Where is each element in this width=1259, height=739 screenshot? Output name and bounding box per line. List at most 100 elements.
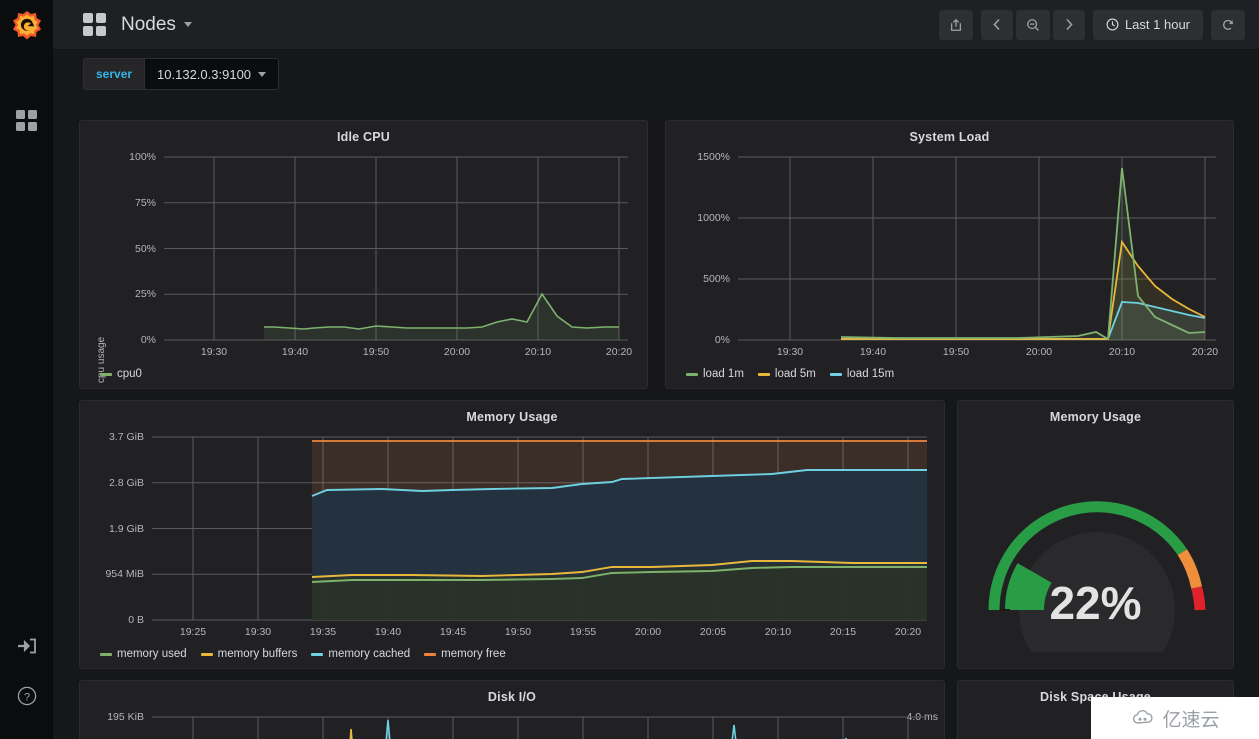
panel-idle-cpu: Idle CPU cpu usage 100% 75% 50% 25% 0% 1…: [79, 120, 648, 389]
memory-gauge-value: 22%: [1049, 577, 1142, 629]
sign-in-icon: [17, 638, 36, 654]
panel-memory-usage-gauge: Memory Usage 22%: [957, 400, 1234, 669]
memory-xtick: 19:45: [439, 626, 467, 638]
panel-title-memory-gauge: Memory Usage: [1049, 410, 1142, 424]
panel-title-idle-cpu: Idle CPU: [337, 130, 390, 144]
top-navbar: Nodes Last 1 hour: [53, 0, 1259, 50]
time-range-picker[interactable]: Last 1 hour: [1092, 9, 1203, 40]
legend-swatch: [424, 652, 437, 656]
legend-label: load 5m: [774, 368, 816, 380]
legend-item[interactable]: load 5m: [757, 368, 816, 380]
memory-xtick: 20:00: [634, 626, 662, 638]
memory-ytick: 3.7 GiB: [108, 431, 144, 443]
chevron-down-icon: [183, 21, 192, 27]
legend-label: memory cached: [328, 648, 411, 660]
time-back-button[interactable]: [980, 9, 1013, 40]
legend-item[interactable]: memory cached: [311, 648, 410, 660]
watermark: 亿速云: [1091, 697, 1259, 739]
page-title[interactable]: Nodes: [121, 14, 192, 36]
disk-io-ytick-left: 195 KiB: [107, 711, 144, 723]
variables-row: server 10.132.0.3:9100: [53, 50, 1259, 100]
system-load-xtick: 19:40: [859, 346, 887, 358]
memory-xtick: 19:25: [179, 626, 207, 638]
legend-swatch: [686, 372, 698, 376]
panel-title-system-load: System Load: [909, 130, 990, 144]
legend-label: memory free: [441, 648, 506, 660]
time-forward-button[interactable]: [1052, 9, 1085, 40]
memory-xtick: 20:15: [829, 626, 857, 638]
help-question-icon: ?: [17, 686, 36, 706]
legend-label: memory buffers: [217, 648, 298, 660]
system-load-legend: load 1m load 5m load 15m: [686, 368, 894, 380]
sidebar-item-help[interactable]: ?: [0, 671, 53, 721]
svg-text:?: ?: [23, 691, 29, 703]
variable-server: server 10.132.0.3:9100: [83, 58, 280, 90]
memory-xtick: 20:20: [894, 626, 922, 638]
disk-io-plot[interactable]: [152, 716, 927, 739]
idle-cpu-ytick: 75%: [134, 197, 156, 209]
idle-cpu-ytick: 50%: [134, 243, 156, 255]
system-load-xtick: 20:10: [1108, 346, 1136, 358]
panel-title-disk-io: Disk I/O: [487, 690, 537, 704]
legend-item[interactable]: load 15m: [829, 368, 894, 380]
legend-swatch: [200, 652, 213, 656]
refresh-button[interactable]: [1211, 9, 1245, 40]
legend-item[interactable]: load 1m: [686, 368, 744, 380]
memory-xtick: 19:40: [374, 626, 402, 638]
variable-server-value: 10.132.0.3:9100: [157, 66, 252, 82]
idle-cpu-xtick: 19:30: [200, 346, 228, 358]
system-load-ytick: 1500%: [697, 151, 730, 163]
share-icon: [950, 18, 961, 31]
legend-item[interactable]: memory buffers: [200, 648, 298, 660]
legend-item[interactable]: memory used: [100, 648, 187, 660]
idle-cpu-ytick: 25%: [134, 288, 156, 300]
legend-swatch: [829, 372, 842, 376]
refresh-icon: [1223, 19, 1234, 30]
dashboard-grid-icon: [83, 13, 106, 36]
legend-item[interactable]: cpu0: [100, 368, 142, 380]
memory-xtick: 19:50: [504, 626, 532, 638]
grafana-logo-icon[interactable]: [8, 7, 46, 45]
system-load-xtick: 19:30: [776, 346, 804, 358]
zoom-out-button[interactable]: [1015, 9, 1050, 40]
variable-server-dropdown[interactable]: 10.132.0.3:9100: [144, 58, 280, 90]
panel-system-load: System Load 1500% 1000% 500% 0% 19:30 19…: [665, 120, 1234, 389]
idle-cpu-xtick: 19:40: [281, 346, 309, 358]
chevron-right-icon: [1066, 18, 1073, 31]
idle-cpu-legend: cpu0: [100, 368, 142, 380]
legend-label: memory used: [117, 648, 187, 660]
memory-ytick: 0 B: [128, 614, 144, 626]
sidebar-item-dashboards[interactable]: [0, 95, 53, 145]
navbar-actions: Last 1 hour: [938, 9, 1245, 40]
system-load-ytick: 500%: [703, 273, 730, 285]
memory-xtick: 20:10: [764, 626, 792, 638]
memory-usage-plot[interactable]: [152, 434, 927, 622]
page-title-text: Nodes: [121, 13, 176, 35]
idle-cpu-plot[interactable]: [164, 154, 628, 342]
time-range-label: Last 1 hour: [1124, 17, 1190, 32]
system-load-xtick: 20:20: [1191, 346, 1219, 358]
idle-cpu-xtick: 20:20: [605, 346, 633, 358]
dashboards-grid-icon: [16, 109, 37, 131]
idle-cpu-xtick: 19:50: [362, 346, 390, 358]
panel-title-memory-usage: Memory Usage: [466, 410, 558, 424]
sidebar: ?: [0, 0, 53, 739]
zoom-out-magnifier-icon: [1027, 18, 1039, 31]
idle-cpu-ytick: 0%: [140, 334, 156, 346]
panel-disk-io: Disk I/O 195 KiB 4.0 ms: [79, 680, 945, 739]
legend-label: load 1m: [703, 368, 744, 380]
legend-swatch: [311, 652, 324, 656]
legend-swatch: [100, 652, 112, 656]
legend-swatch: [100, 372, 112, 376]
sidebar-item-sign-in[interactable]: [0, 621, 53, 671]
system-load-xtick: 20:00: [1025, 346, 1053, 358]
memory-ytick: 1.9 GiB: [108, 523, 144, 535]
legend-item[interactable]: memory free: [424, 648, 506, 660]
cloud-icon: [1133, 709, 1153, 724]
system-load-plot[interactable]: [738, 154, 1216, 342]
idle-cpu-xtick: 20:00: [443, 346, 471, 358]
watermark-text: 亿速云: [1162, 709, 1220, 731]
system-load-ytick: 0%: [714, 334, 730, 346]
clock-icon: [1106, 18, 1119, 31]
share-dashboard-button[interactable]: [938, 9, 973, 40]
